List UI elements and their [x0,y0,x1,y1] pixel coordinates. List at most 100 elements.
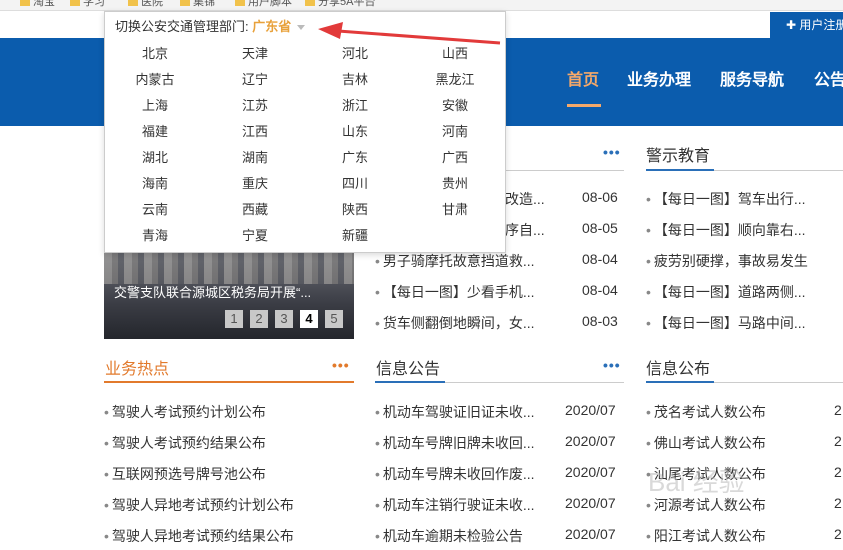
province-option[interactable]: 甘肃 [442,199,468,218]
province-switch-label[interactable]: 切换公安交通管理部门: 广东省 [115,16,306,35]
warning-item[interactable]: • 【每日一图】驾车出行... [646,189,806,209]
news-more-button[interactable]: ••• [603,144,621,160]
nav-home[interactable]: 首页 [567,66,599,90]
province-option[interactable]: 浙江 [342,95,368,114]
province-option[interactable]: 新疆 [342,225,368,244]
province-option[interactable]: 黑龙江 [435,69,474,88]
notice-date: 2020/07 [565,526,616,542]
publish-date: 2 [834,433,842,449]
hot-item[interactable]: • 驾驶人考试预约计划公布 [104,402,266,422]
news-item[interactable]: • 【每日一图】少看手机... [375,282,535,302]
nav-business[interactable]: 业务办理 [627,66,691,90]
notice-more-button[interactable]: ••• [603,357,621,373]
warning-item[interactable]: • 疲劳别硬撑，事故易发生 [646,251,808,271]
news-date: 08-04 [582,251,618,267]
province-option[interactable]: 西藏 [242,199,268,218]
warning-item[interactable]: • 【每日一图】道路两侧... [646,282,806,302]
carousel-photo [104,250,354,284]
province-option[interactable]: 北京 [142,43,168,62]
province-option[interactable]: 广西 [442,147,468,166]
province-option[interactable]: 四川 [342,173,368,192]
province-option[interactable]: 上海 [142,95,168,114]
nav-service-guide[interactable]: 服务导航 [720,66,784,90]
province-option[interactable]: 海南 [142,173,168,192]
province-dropdown: 切换公安交通管理部门: 广东省 北京 天津 河北 山西内蒙古 辽宁 吉林 黑龙江上海 江苏 浙江… [104,11,506,253]
province-option[interactable]: 山西 [442,43,468,62]
hot-title[interactable]: 业务热点 [105,355,169,379]
hot-item[interactable]: • 驾驶人考试预约结果公布 [104,433,266,453]
folder-icon [235,0,245,6]
notice-date: 2020/07 [565,495,616,511]
warning-item[interactable]: • 【每日一图】顺向靠右... [646,220,806,240]
notice-item[interactable]: • 机动车逾期未检验公告 [375,526,523,546]
warning-item[interactable]: • 【每日一图】马路中间... [646,313,806,333]
publish-title[interactable]: 信息公布 [646,355,710,379]
province-option[interactable]: 山东 [342,121,368,140]
province-option[interactable]: 湖南 [242,147,268,166]
publish-item[interactable]: • 佛山考试人数公布 [646,433,766,453]
carousel-page-4[interactable]: 4 [300,310,318,328]
notice-date: 2020/07 [565,464,616,480]
province-option[interactable]: 贵州 [442,173,468,192]
province-option[interactable]: 河北 [342,43,368,62]
news-item[interactable]: 序自... [505,220,545,240]
province-option[interactable]: 重庆 [242,173,268,192]
notice-item[interactable]: • 机动车号牌未收回作废... [375,464,535,484]
bookmark-item[interactable]: 医院 [128,0,163,8]
publish-item[interactable]: • 茂名考试人数公布 [646,402,766,422]
folder-icon [70,0,80,6]
news-date: 08-03 [582,313,618,329]
notice-date: 2020/07 [565,402,616,418]
notice-item[interactable]: • 机动车注销行驶证未收... [375,495,535,515]
hot-more-button[interactable]: ••• [332,357,350,373]
province-option[interactable]: 河南 [442,121,468,140]
carousel-page-2[interactable]: 2 [250,310,268,328]
province-option[interactable]: 江苏 [242,95,268,114]
news-item[interactable]: • 男子骑摩托故意挡道救... [375,251,535,271]
province-option[interactable]: 青海 [142,225,168,244]
bookmark-item[interactable]: 用户脚本 [235,0,292,8]
province-option[interactable]: 辽宁 [242,69,268,88]
warning-title[interactable]: 警示教育 [646,142,710,166]
news-item[interactable]: • 货车侧翻倒地瞬间，女... [375,313,535,333]
publish-header-accent [646,381,714,383]
carousel-page-1[interactable]: 1 [225,310,243,328]
user-register-button[interactable]: ✚ 用户注册 [770,12,843,38]
notice-item[interactable]: • 机动车号牌旧牌未收回... [375,433,535,453]
province-option[interactable]: 云南 [142,199,168,218]
bookmark-item[interactable]: 分享5A平台 [305,0,375,8]
carousel-page-5[interactable]: 5 [325,310,343,328]
nav-announcement[interactable]: 公告 [814,66,843,90]
hot-item[interactable]: • 驾驶人异地考试预约结果公布 [104,526,294,546]
province-option[interactable]: 吉林 [342,69,368,88]
notice-header-accent [375,381,445,383]
province-option[interactable]: 宁夏 [242,225,268,244]
publish-date: 2 [834,402,842,418]
province-option[interactable]: 天津 [242,43,268,62]
carousel-caption[interactable]: 交警支队联合源城区税务局开展“... [114,282,311,301]
folder-icon [180,0,190,6]
province-option[interactable]: 内蒙古 [135,69,174,88]
province-option[interactable]: 江西 [242,121,268,140]
current-province[interactable]: 广东省 [252,19,291,34]
province-option[interactable]: 广东 [342,147,368,166]
bookmark-item[interactable]: 淘宝 [20,0,55,8]
province-option[interactable]: 安徽 [442,95,468,114]
publish-item[interactable]: • 阳江考试人数公布 [646,526,766,546]
hot-item[interactable]: • 互联网预选号牌号池公布 [104,464,266,484]
news-item[interactable]: 改造... [505,189,545,209]
notice-title[interactable]: 信息公告 [376,355,440,379]
notice-item[interactable]: • 机动车驾驶证旧证未收... [375,402,535,422]
notice-date: 2020/07 [565,433,616,449]
news-date: 08-06 [582,189,618,205]
nav-active-indicator [567,104,601,107]
bookmark-item[interactable]: 集锦 [180,0,215,8]
publish-date: 2 [834,495,842,511]
province-option[interactable]: 陕西 [342,199,368,218]
province-option[interactable]: 福建 [142,121,168,140]
publish-date: 2 [834,464,842,480]
bookmark-item[interactable]: 学习 [70,0,105,8]
hot-item[interactable]: • 驾驶人异地考试预约计划公布 [104,495,294,515]
carousel-page-3[interactable]: 3 [275,310,293,328]
province-option[interactable]: 湖北 [142,147,168,166]
